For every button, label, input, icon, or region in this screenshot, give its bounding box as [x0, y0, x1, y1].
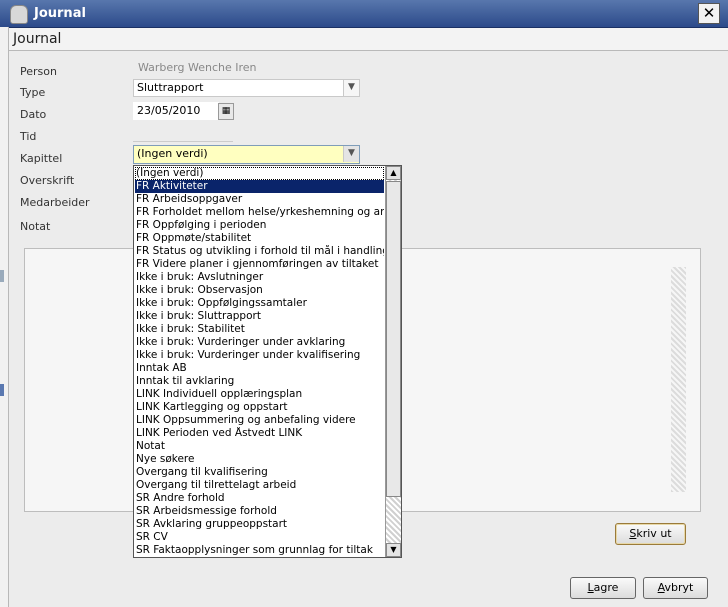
dropdown-option[interactable]: Ikke i bruk: Stabilitet	[135, 323, 384, 336]
dropdown-option[interactable]: Nye søkere	[135, 453, 384, 466]
dropdown-option[interactable]: Ikke i bruk: Observasjon	[135, 284, 384, 297]
dropdown-option[interactable]: Overgang til kvalifisering	[135, 466, 384, 479]
dropdown-option[interactable]: SR Andre forhold	[135, 492, 384, 505]
dropdown-scrollbar[interactable]: ▲ ▼	[385, 166, 401, 557]
scroll-up-icon[interactable]: ▲	[386, 166, 401, 180]
page-title: Journal	[13, 31, 62, 47]
dato-value: 23/05/2010	[137, 104, 201, 117]
chevron-down-icon[interactable]: ▼	[343, 146, 359, 162]
avbryt-button[interactable]: Avbryt	[643, 577, 708, 599]
medarbeider-label: Medarbeider	[20, 196, 90, 209]
dropdown-option[interactable]: Inntak AB	[135, 362, 384, 375]
background-window-edge	[0, 384, 4, 396]
dropdown-option[interactable]: SR Avklaring gruppeoppstart	[135, 518, 384, 531]
notat-label: Notat	[20, 220, 51, 233]
dropdown-option[interactable]: SR Faktaopplysninger som grunnlag for ti…	[135, 544, 384, 557]
dropdown-option[interactable]: SR Arbeidsmessige forhold	[135, 505, 384, 518]
dropdown-option[interactable]: (Ingen verdi)	[135, 167, 384, 180]
type-select-value: Sluttrapport	[137, 81, 204, 94]
type-select[interactable]: Sluttrapport ▼	[133, 79, 360, 97]
dropdown-option[interactable]: Notat	[135, 440, 384, 453]
dropdown-option[interactable]: Ikke i bruk: Sluttrapport	[135, 310, 384, 323]
tid-label: Tid	[20, 130, 37, 143]
lagre-button[interactable]: Lagre	[570, 577, 636, 599]
overskrift-label: Overskrift	[20, 174, 75, 187]
person-value: Warberg Wenche Iren	[138, 61, 257, 74]
dropdown-option[interactable]: LINK Individuell opplæringsplan	[135, 388, 384, 401]
dropdown-option[interactable]: Inntak til avklaring	[135, 375, 384, 388]
calendar-icon[interactable]: ▦	[218, 103, 234, 120]
dropdown-option[interactable]: FR Forholdet mellom helse/yrkeshemning o…	[135, 206, 384, 219]
dropdown-option[interactable]: LINK Kartlegging og oppstart	[135, 401, 384, 414]
dropdown-option[interactable]: SR CV	[135, 531, 384, 544]
person-label: Person	[20, 65, 57, 78]
journal-app-icon	[10, 5, 28, 24]
tid-field[interactable]	[133, 124, 233, 142]
dropdown-option[interactable]: FR Arbeidsoppgaver	[135, 193, 384, 206]
dropdown-option[interactable]: Ikke i bruk: Oppfølgingssamtaler	[135, 297, 384, 310]
notat-scrollbar[interactable]	[671, 267, 686, 492]
type-label: Type	[20, 86, 46, 99]
chevron-down-icon[interactable]: ▼	[343, 80, 359, 96]
dropdown-option[interactable]: FR Aktiviteter	[135, 180, 384, 193]
dropdown-option[interactable]: FR Videre planer i gjennomføringen av ti…	[135, 258, 384, 271]
dato-field[interactable]: 23/05/2010	[133, 102, 219, 120]
page-header: Journal	[9, 28, 728, 51]
dropdown-option[interactable]: Overgang til tilrettelagt arbeid	[135, 479, 384, 492]
kapittel-dropdown-list[interactable]: SR Faktaopplysninger som grunnlag for ti…	[133, 165, 402, 558]
dropdown-option[interactable]: FR Status og utvikling i forhold til mål…	[135, 245, 384, 258]
window-title: Journal	[34, 6, 86, 21]
close-button[interactable]: ✕	[698, 3, 720, 24]
background-window-edge	[0, 270, 4, 282]
kapittel-select-value: (Ingen verdi)	[137, 147, 208, 160]
dropdown-option[interactable]: LINK Perioden ved Åstvedt LINK	[135, 427, 384, 440]
dropdown-option[interactable]: Ikke i bruk: Vurderinger under kvalifise…	[135, 349, 384, 362]
kapittel-label: Kapittel	[20, 152, 63, 165]
dropdown-option[interactable]: Ikke i bruk: Vurderinger under avklaring	[135, 336, 384, 349]
dato-label: Dato	[20, 108, 47, 121]
left-edge	[0, 27, 9, 607]
scroll-thumb[interactable]	[386, 181, 401, 497]
title-bar: Journal ✕	[0, 0, 728, 28]
dropdown-option[interactable]: Ikke i bruk: Avslutninger	[135, 271, 384, 284]
dropdown-option[interactable]: FR Oppfølging i perioden	[135, 219, 384, 232]
skriv-ut-button[interactable]: Skriv ut	[615, 523, 686, 545]
scroll-down-icon[interactable]: ▼	[386, 543, 401, 557]
dropdown-option[interactable]: FR Oppmøte/stabilitet	[135, 232, 384, 245]
kapittel-select[interactable]: (Ingen verdi) ▼	[133, 145, 360, 164]
dropdown-option[interactable]: LINK Oppsummering og anbefaling videre	[135, 414, 384, 427]
